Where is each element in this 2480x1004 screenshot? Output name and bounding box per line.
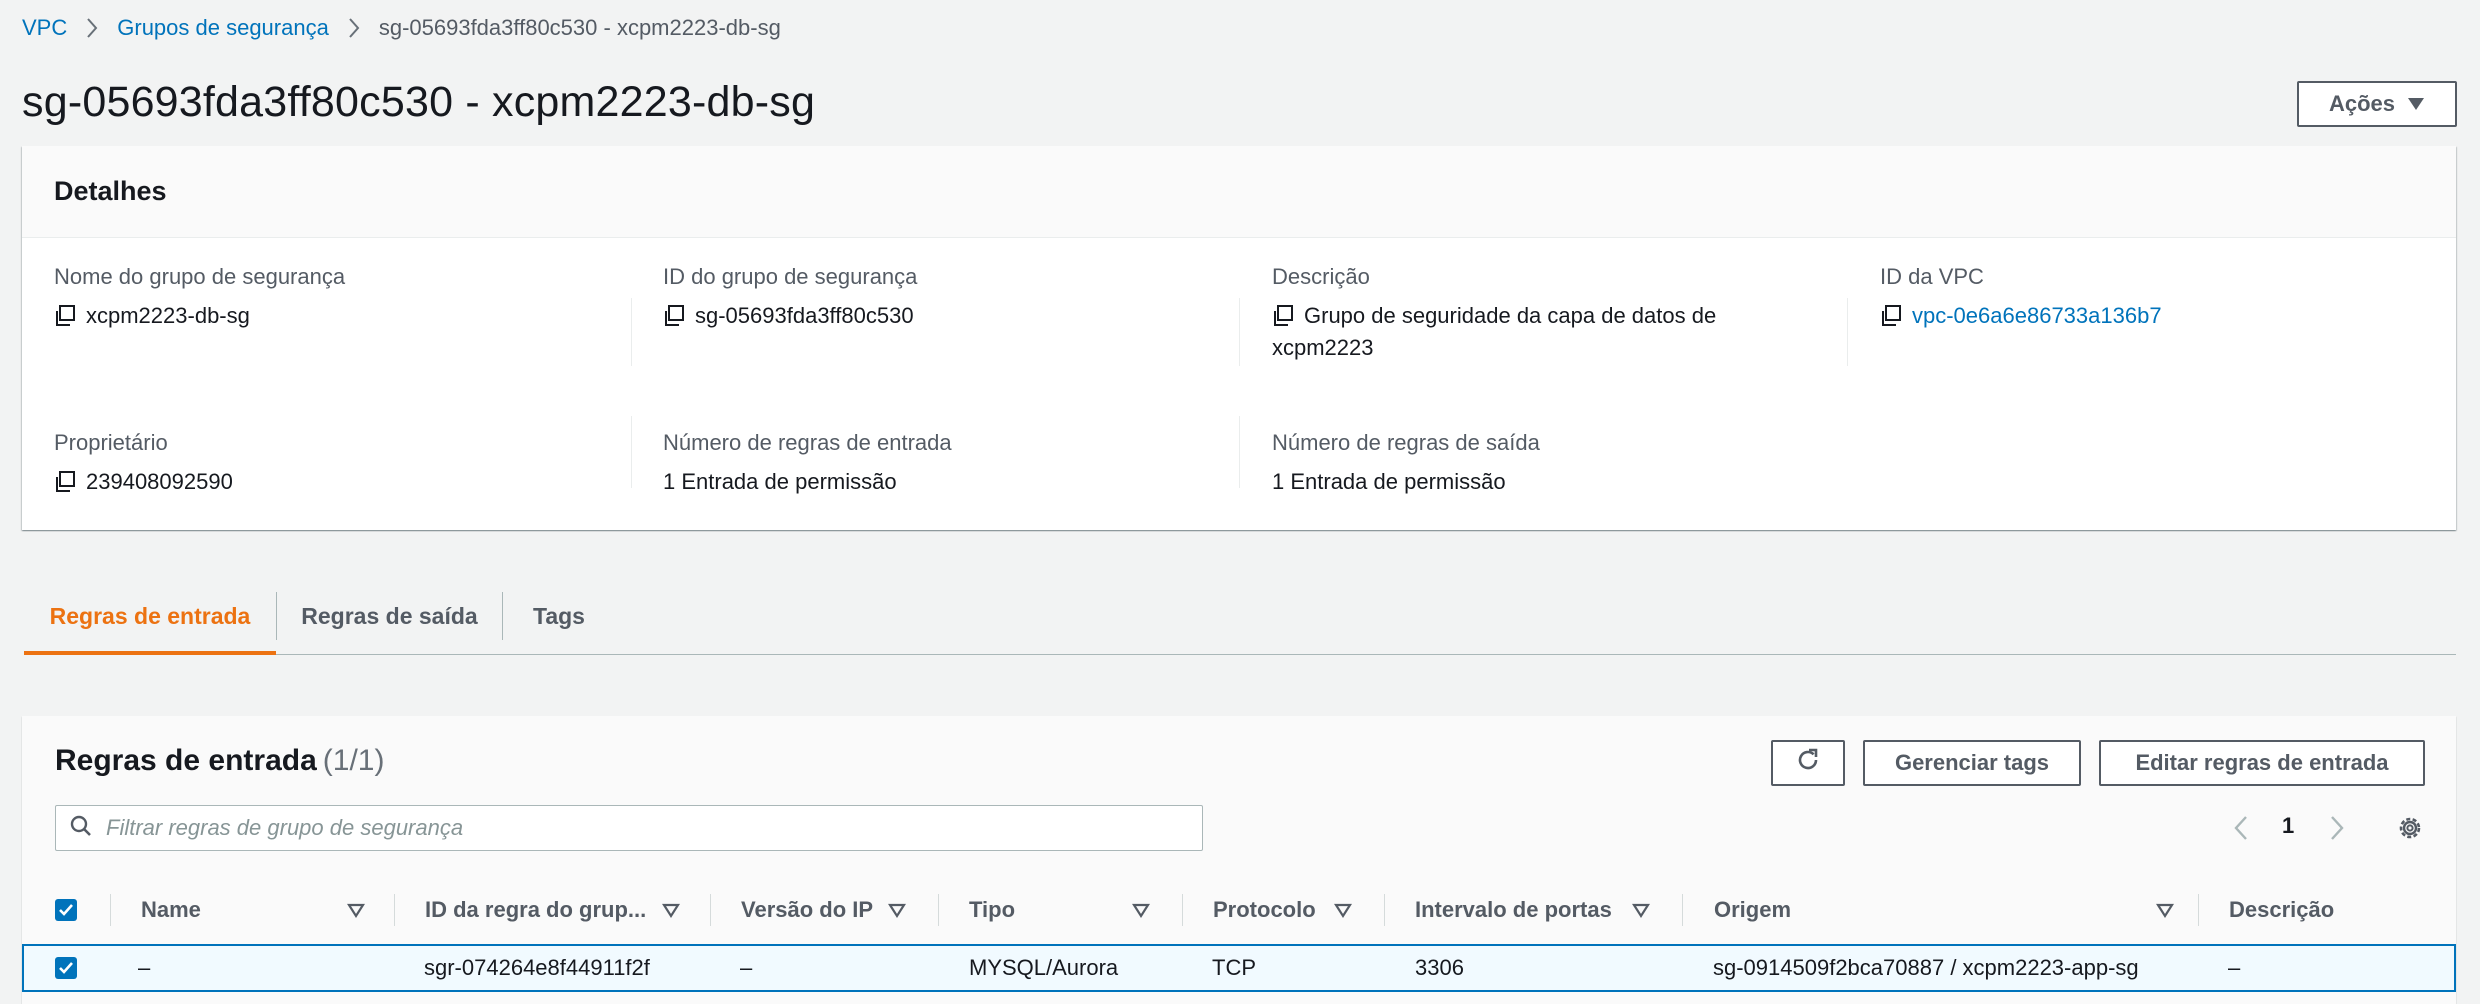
group-id-value: sg-05693fda3ff80c530 bbox=[663, 300, 914, 332]
cell-port-range: 3306 bbox=[1415, 955, 1464, 980]
rules-title: Regras de entrada (1/1) bbox=[55, 744, 384, 778]
description-text-line1: Grupo de seguridade da capa de datos de bbox=[1304, 303, 1717, 328]
details-panel: Detalhes Nome do grupo de segurança xcpm… bbox=[22, 146, 2456, 530]
vpc-id-value: vpc-0e6a6e86733a136b7 bbox=[1880, 300, 2162, 332]
group-id-label: ID do grupo de segurança bbox=[663, 264, 918, 289]
column-divider bbox=[1239, 298, 1240, 366]
cell-type: MYSQL/Aurora bbox=[969, 955, 1119, 980]
outbound-count-label: Número de regras de saída bbox=[1272, 430, 1540, 455]
owner-label: Proprietário bbox=[54, 430, 168, 455]
manage-tags-label: Gerenciar tags bbox=[1894, 750, 2050, 775]
sort-down-icon[interactable] bbox=[2155, 899, 2175, 926]
column-divider bbox=[394, 894, 395, 926]
column-divider bbox=[938, 894, 939, 926]
column-header-description[interactable]: Descrição bbox=[2229, 886, 2334, 934]
page-title: sg-05693fda3ff80c530 - xcpm2223-db-sg bbox=[22, 78, 816, 126]
actions-button[interactable]: Ações bbox=[2297, 81, 2457, 127]
breadcrumb-security-groups-link[interactable]: Grupos de segurança bbox=[117, 15, 329, 41]
breadcrumb-current: sg-05693fda3ff80c530 - xcpm2223-db-sg bbox=[378, 15, 781, 40]
refresh-icon bbox=[1794, 746, 1822, 780]
cell-ip-version: – bbox=[740, 955, 753, 980]
copy-icon[interactable] bbox=[54, 466, 76, 498]
group-name-text: xcpm2223-db-sg bbox=[86, 303, 250, 328]
sort-down-icon[interactable] bbox=[887, 899, 907, 926]
refresh-button[interactable] bbox=[1771, 740, 1845, 786]
column-header-source[interactable]: Origem bbox=[1714, 886, 1791, 934]
row-checkbox[interactable] bbox=[55, 957, 77, 979]
copy-icon[interactable] bbox=[1880, 300, 1902, 332]
column-divider bbox=[2198, 894, 2199, 926]
details-title: Detalhes bbox=[54, 176, 167, 206]
cell-name: – bbox=[138, 955, 151, 980]
inbound-count-label: Número de regras de entrada bbox=[663, 430, 952, 455]
vpc-id-link[interactable]: vpc-0e6a6e86733a136b7 bbox=[1912, 300, 2162, 332]
cell-protocol: TCP bbox=[1212, 955, 1256, 980]
column-divider bbox=[1239, 416, 1240, 488]
sort-down-icon[interactable] bbox=[1131, 899, 1151, 926]
description-value: Grupo de seguridade da capa de datos de … bbox=[1272, 300, 1716, 364]
chevron-right-icon bbox=[85, 17, 99, 39]
manage-tags-button[interactable]: Gerenciar tags bbox=[1863, 740, 2081, 786]
gear-icon[interactable] bbox=[2396, 814, 2424, 847]
column-divider bbox=[110, 894, 111, 926]
copy-icon[interactable] bbox=[1272, 300, 1294, 332]
column-divider bbox=[1847, 298, 1848, 366]
column-header-port-range[interactable]: Intervalo de portas bbox=[1415, 886, 1612, 934]
column-header-protocol[interactable]: Protocolo bbox=[1213, 886, 1316, 934]
description-label: Descrição bbox=[1272, 264, 1370, 289]
breadcrumb-vpc-link[interactable]: VPC bbox=[22, 15, 67, 41]
column-divider bbox=[1384, 894, 1385, 926]
sort-down-icon[interactable] bbox=[1631, 899, 1651, 926]
tab-bar: Regras de entrada Regras de saída Tags bbox=[24, 578, 2456, 655]
rules-count: (1/1) bbox=[322, 744, 385, 777]
edit-inbound-rules-label: Editar regras de entrada bbox=[2135, 750, 2389, 775]
owner-value: 239408092590 bbox=[54, 466, 233, 498]
vpc-id-label: ID da VPC bbox=[1880, 264, 1984, 289]
table-row[interactable]: – sgr-074264e8f44911f2f – MYSQL/Aurora T… bbox=[22, 944, 2456, 992]
cell-source: sg-0914509f2bca70887 / xcpm2223-app-sg bbox=[1713, 955, 2139, 980]
select-all-checkbox[interactable] bbox=[55, 899, 77, 921]
description-text-line2: xcpm2223 bbox=[1272, 335, 1374, 360]
column-divider bbox=[1682, 894, 1683, 926]
caret-down-icon bbox=[2407, 91, 2425, 117]
sort-down-icon[interactable] bbox=[1333, 899, 1353, 926]
tab-outbound-rules[interactable]: Regras de saída bbox=[277, 578, 502, 654]
column-divider bbox=[1182, 894, 1183, 926]
page-number[interactable]: 1 bbox=[2282, 813, 2294, 839]
column-divider bbox=[631, 298, 632, 366]
sort-down-icon[interactable] bbox=[661, 899, 681, 926]
column-header-ip-version[interactable]: Versão do IP bbox=[741, 886, 873, 934]
chevron-right-icon bbox=[347, 17, 361, 39]
group-name-label: Nome do grupo de segurança bbox=[54, 264, 346, 289]
tab-tags[interactable]: Tags bbox=[503, 578, 615, 654]
column-header-rule-id[interactable]: ID da regra do grup... bbox=[425, 886, 646, 934]
search-icon bbox=[70, 815, 92, 842]
chevron-right-icon[interactable] bbox=[2328, 814, 2346, 847]
details-header: Detalhes bbox=[22, 146, 2456, 238]
breadcrumb: VPC Grupos de segurança sg-05693fda3ff80… bbox=[22, 10, 781, 46]
table-header: Name ID da regra do grup... Versão do IP… bbox=[22, 886, 2456, 934]
group-name-value: xcpm2223-db-sg bbox=[54, 300, 250, 332]
chevron-left-icon[interactable] bbox=[2232, 814, 2250, 847]
column-header-name[interactable]: Name bbox=[141, 886, 201, 934]
outbound-count-value: 1 Entrada de permissão bbox=[1272, 469, 1506, 494]
group-id-text: sg-05693fda3ff80c530 bbox=[695, 303, 914, 328]
copy-icon[interactable] bbox=[663, 300, 685, 332]
owner-text: 239408092590 bbox=[86, 469, 233, 494]
cell-description: – bbox=[2228, 955, 2241, 980]
sort-down-icon[interactable] bbox=[346, 899, 366, 926]
actions-button-label: Ações bbox=[2328, 91, 2396, 116]
tab-inbound-rules[interactable]: Regras de entrada bbox=[24, 578, 276, 655]
edit-inbound-rules-button[interactable]: Editar regras de entrada bbox=[2099, 740, 2425, 786]
rules-title-text: Regras de entrada bbox=[55, 744, 317, 777]
cell-rule-id: sgr-074264e8f44911f2f bbox=[424, 955, 650, 980]
column-divider bbox=[631, 416, 632, 488]
copy-icon[interactable] bbox=[54, 300, 76, 332]
column-divider bbox=[710, 894, 711, 926]
column-header-type[interactable]: Tipo bbox=[969, 886, 1015, 934]
filter-input[interactable] bbox=[104, 814, 1168, 842]
filter-search-field[interactable] bbox=[55, 805, 1203, 851]
inbound-count-value: 1 Entrada de permissão bbox=[663, 469, 897, 494]
